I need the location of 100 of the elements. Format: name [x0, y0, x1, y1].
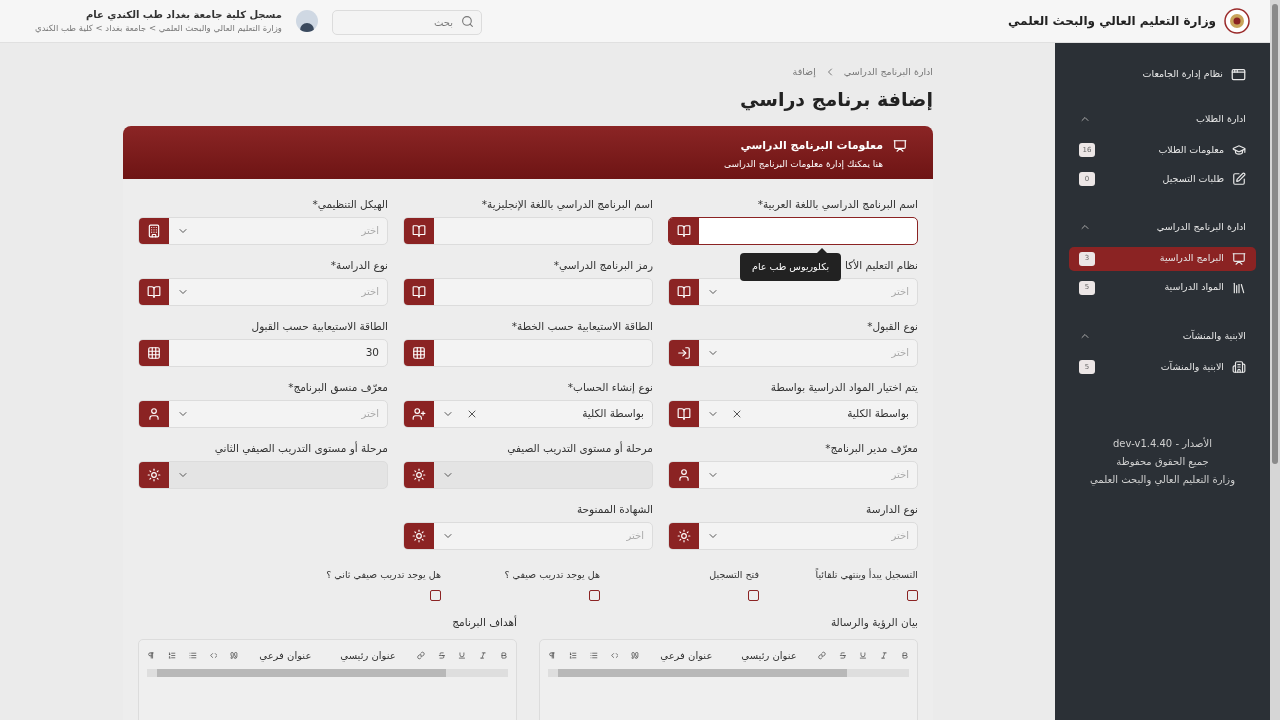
field-label: الطاقة الاستيعابية حسب القبول — [251, 318, 388, 333]
sun-icon — [404, 461, 434, 488]
user-name: مسجل كلية جامعة بغداد طب الكندي عام — [84, 8, 282, 23]
presentation-icon — [1232, 251, 1246, 266]
field-placeholder: اختر — [361, 224, 379, 239]
field-placeholder: اختر — [891, 529, 909, 544]
field-label: اسم البرنامج الدراسي باللغة الإنجليزية* — [481, 196, 653, 211]
field-label: الشهادة الممنوحة — [577, 501, 653, 516]
books-icon — [1232, 280, 1246, 295]
sun-icon — [669, 522, 699, 549]
heading-button[interactable]: عنوان فرعي — [259, 647, 312, 663]
grid-icon — [404, 339, 434, 366]
field-placeholder: اختر — [626, 529, 644, 544]
book-icon — [669, 217, 699, 244]
book-icon — [404, 217, 434, 244]
graduation-cap-icon — [1232, 143, 1246, 158]
user-icon — [669, 461, 699, 488]
book-icon — [404, 278, 434, 305]
field-label: الهيكل التنظيمي* — [312, 196, 388, 211]
input-field[interactable] — [668, 216, 918, 245]
scrollbar[interactable] — [548, 668, 909, 677]
field-placeholder: اختر — [361, 407, 379, 422]
checkbox-label: هل يوجد تدريب صيفي ثاني ؟ — [326, 567, 441, 582]
checkbox[interactable] — [748, 590, 759, 601]
link-icon[interactable] — [817, 648, 826, 662]
field-value: 30 — [365, 344, 379, 360]
user-path: وزارة التعليم العالي والبحث العلمي > جامعة بغداد > كلية طب الكندي — [35, 22, 282, 35]
select-field[interactable]: بواسطة الكلية — [668, 399, 918, 428]
nav-label: المواد الدراسية — [1163, 280, 1224, 295]
scrollbar[interactable] — [1270, 0, 1280, 720]
footer-text: الأصدار - dev-v1.4.40 — [1113, 436, 1212, 451]
presentation-icon — [893, 138, 907, 153]
field-placeholder: اختر — [891, 346, 909, 361]
nav-label: طلبات التسجيل — [1161, 172, 1224, 187]
group-title[interactable]: ادارة البرنامج الدراسي — [1156, 220, 1246, 235]
user-plus-icon — [404, 400, 434, 427]
rich-text-editor[interactable]: عنوان رئيسي عنوان فرعي — [539, 638, 918, 720]
nav-label: الابنية والمنشآت — [1159, 359, 1224, 374]
user-icon — [139, 400, 169, 427]
editor-label: بيان الرؤية والرسالة — [830, 615, 918, 631]
field-label: يتم اختيار المواد الدراسية بواسطة — [770, 379, 918, 394]
edit-icon — [1232, 172, 1246, 187]
heading-button[interactable]: عنوان فرعي — [660, 647, 713, 663]
tooltip: بكلوريوس طب عام — [740, 247, 842, 281]
link-icon[interactable] — [416, 648, 425, 662]
search-icon — [460, 14, 474, 28]
breadcrumb-item[interactable]: إضافة — [792, 65, 816, 80]
nav-label: معلومات الطلاب — [1157, 143, 1224, 158]
card-subtitle: هنا يمكنك إدارة معلومات البرنامج الدراسى — [723, 158, 883, 172]
field-label: معرّف منسق البرنامج* — [288, 379, 388, 394]
sun-icon — [404, 522, 434, 549]
rich-text-editor[interactable]: عنوان رئيسي عنوان فرعي — [138, 638, 517, 720]
editor-label: أهداف البرنامج — [451, 615, 517, 631]
input-field[interactable]: 30 — [138, 338, 388, 367]
footer-text: وزارة التعليم العالي والبحث العلمي — [1090, 472, 1235, 487]
field-value: بواسطة الكلية — [582, 405, 644, 422]
building-icon — [1232, 359, 1246, 374]
field-label: اسم البرنامج الدراسي باللغة العربية* — [757, 196, 918, 211]
heading-button[interactable]: عنوان رئيسي — [340, 647, 396, 663]
card-title: معلومات البرنامج الدراسي — [739, 137, 883, 154]
grid-icon — [139, 339, 169, 366]
login-icon — [669, 339, 699, 366]
app-title[interactable]: نظام إدارة الجامعات — [1142, 67, 1223, 82]
field-label: نوع الدارسة — [866, 501, 918, 516]
field-label: الطاقة الاستيعابية حسب الخطة* — [511, 318, 653, 333]
avatar[interactable] — [295, 10, 318, 32]
sun-icon — [139, 461, 169, 488]
building-icon — [139, 217, 169, 244]
field-value: بواسطة الكلية — [847, 405, 909, 422]
group-title[interactable]: الابنية والمنشآت — [1182, 328, 1246, 343]
group-title[interactable]: ادارة الطلاب — [1195, 112, 1246, 127]
logo-icon — [1224, 8, 1250, 34]
page-title: إضافة برنامج دراسي — [739, 87, 933, 113]
checkbox[interactable] — [907, 590, 918, 601]
search-field[interactable]: بحث — [331, 9, 482, 35]
checkbox[interactable] — [589, 590, 600, 601]
field-placeholder: اختر — [891, 468, 909, 483]
checkbox-label: التسجيل يبدأ وينتهي تلقائياً — [815, 567, 918, 582]
book-icon — [669, 400, 699, 427]
scrollbar[interactable] — [147, 668, 508, 677]
field-label: نظام التعليم الأكا — [845, 257, 918, 272]
field-label: نوع الدراسة* — [330, 257, 388, 272]
field-label: مرحلة أو مستوى التدريب الصيفي الثاني — [214, 440, 388, 455]
field-label: معرّف مدير البرنامج* — [825, 440, 918, 455]
field-placeholder: اختر — [891, 285, 909, 300]
field-label: نوع القبول* — [867, 318, 918, 333]
breadcrumb-item[interactable]: ادارة البرنامج الدراسي — [843, 65, 933, 80]
window-icon — [1231, 67, 1246, 82]
heading-button[interactable]: عنوان رئيسي — [741, 647, 797, 663]
field-placeholder: اختر — [361, 285, 379, 300]
book-icon — [669, 278, 699, 305]
checkbox-label: فتح التسجيل — [709, 567, 759, 582]
checkbox-label: هل يوجد تدريب صيفي ؟ — [504, 567, 600, 582]
nav-label: البرامج الدراسية — [1158, 251, 1224, 266]
select-field[interactable]: بواسطة الكلية — [403, 399, 653, 428]
book-icon — [139, 278, 169, 305]
ministry-title: وزارة التعليم العالي والبحث العلمي — [1007, 13, 1216, 30]
field-label: مرحلة أو مستوى التدريب الصيفي — [507, 440, 653, 455]
checkbox[interactable] — [430, 590, 441, 601]
footer-text: جميع الحقوق محفوظة — [1116, 454, 1209, 469]
